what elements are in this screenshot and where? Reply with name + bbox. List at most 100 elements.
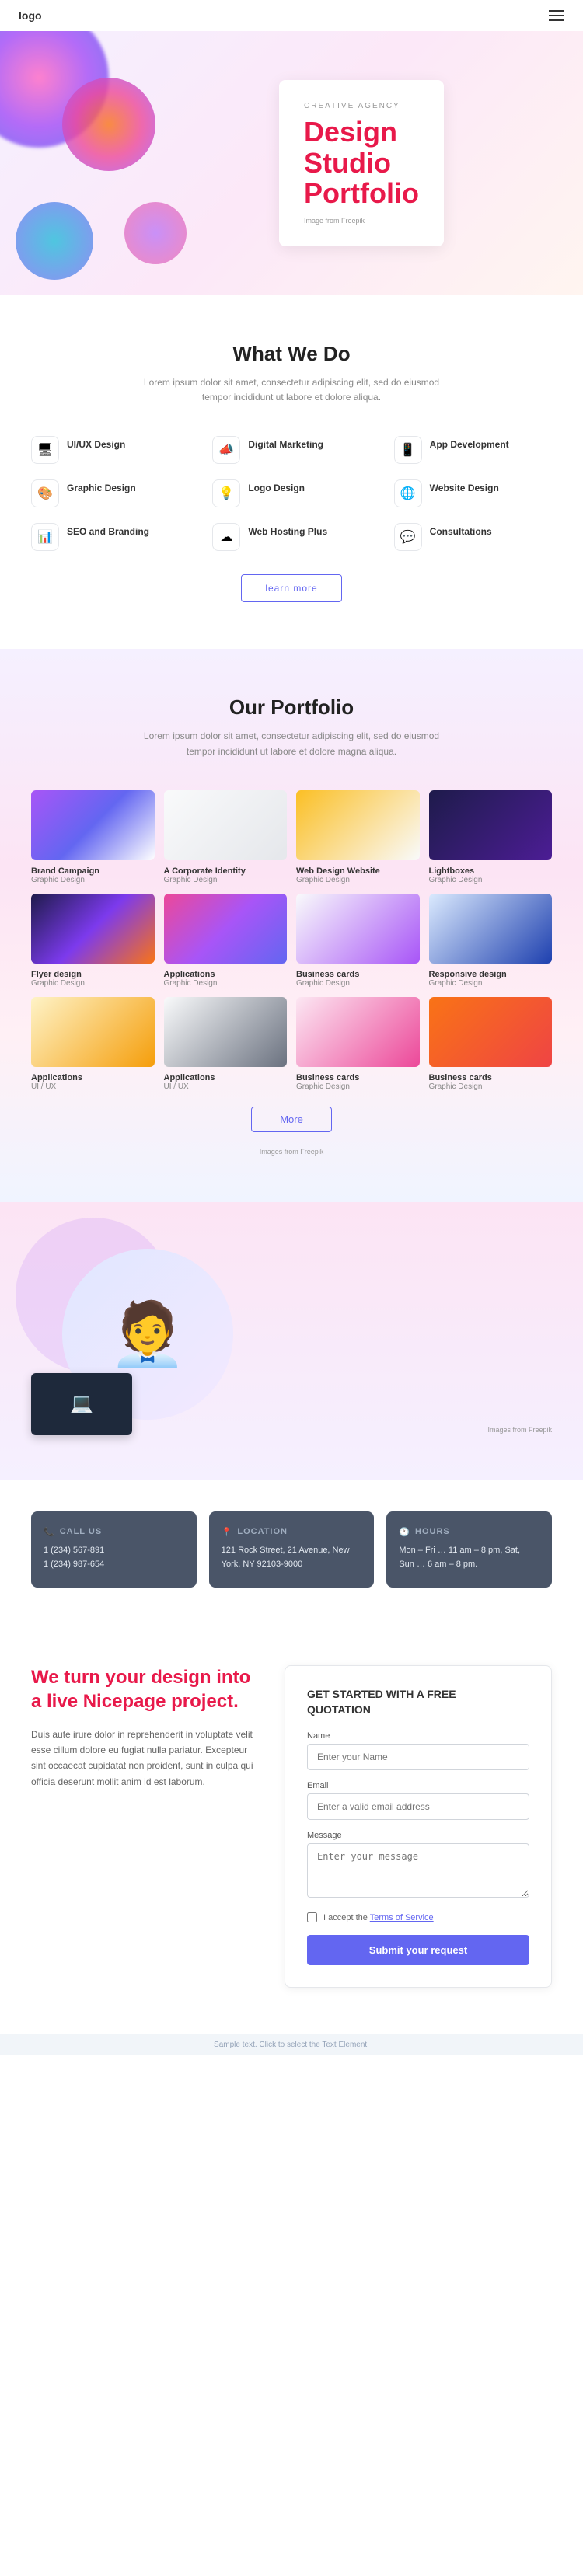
about-images: 🧑‍💼 💻 [31, 1249, 280, 1420]
portfolio-thumb-visual [429, 790, 553, 860]
service-item: 💬 Consultations [394, 523, 552, 551]
portfolio-item[interactable]: Brand Campaign Graphic Design [31, 790, 155, 884]
service-icon: 📱 [394, 436, 422, 464]
service-name: Logo Design [248, 483, 305, 493]
portfolio-item[interactable]: Applications UI / UX [31, 997, 155, 1091]
portfolio-item[interactable]: Business cards Graphic Design [296, 997, 420, 1091]
about-section: 🧑‍💼 💻 Images from Freepik [0, 1202, 583, 1480]
portfolio-thumb [429, 997, 553, 1067]
contact-card: 📞 CALL US 1 (234) 567-8911 (234) 987-654 [31, 1511, 197, 1588]
portfolio-thumb-visual [31, 894, 155, 964]
hero-blob-2 [62, 78, 155, 171]
portfolio-thumb-visual [164, 790, 288, 860]
message-label: Message [307, 1831, 529, 1840]
portfolio-thumb [296, 997, 420, 1067]
contact-section: 📞 CALL US 1 (234) 567-8911 (234) 987-654… [0, 1480, 583, 1619]
portfolio-thumb [31, 894, 155, 964]
contact-card-info: Mon – Fri … 11 am – 8 pm, Sat,Sun … 6 am… [399, 1543, 539, 1572]
portfolio-thumb-visual [429, 894, 553, 964]
portfolio-item-category: Graphic Design [164, 979, 288, 988]
service-item: 📊 SEO and Branding [31, 523, 189, 551]
portfolio-thumb-visual [296, 997, 420, 1067]
terms-checkbox[interactable] [307, 1912, 317, 1922]
menu-button[interactable] [549, 10, 564, 21]
portfolio-item-name: Brand Campaign [31, 866, 155, 876]
logo: logo [19, 9, 42, 22]
portfolio-section: Our Portfolio Lorem ipsum dolor sit amet… [0, 649, 583, 1201]
portfolio-item[interactable]: Lightboxes Graphic Design [429, 790, 553, 884]
service-name: Website Design [430, 483, 499, 493]
message-field-group: Message [307, 1831, 529, 1901]
portfolio-item[interactable]: Business cards Graphic Design [296, 894, 420, 988]
service-icon: 📣 [212, 436, 240, 464]
portfolio-thumb [31, 997, 155, 1067]
contact-card: 🕐 HOURS Mon – Fri … 11 am – 8 pm, Sat,Su… [386, 1511, 552, 1588]
email-label: Email [307, 1781, 529, 1790]
portfolio-item-name: Lightboxes [429, 866, 553, 876]
service-name: Graphic Design [67, 483, 136, 493]
portfolio-item-name: Applications [164, 970, 288, 979]
portfolio-thumb [296, 790, 420, 860]
terms-link[interactable]: Terms of Service [370, 1913, 434, 1922]
service-name: Digital Marketing [248, 439, 323, 450]
portfolio-item[interactable]: A Corporate Identity Graphic Design [164, 790, 288, 884]
name-field-group: Name [307, 1731, 529, 1770]
email-input[interactable] [307, 1793, 529, 1820]
service-icon: 🌐 [394, 479, 422, 507]
portfolio-thumb [429, 790, 553, 860]
portfolio-item-category: Graphic Design [429, 979, 553, 988]
quote-section: We turn your design into a live Nicepage… [0, 1619, 583, 2034]
portfolio-thumb-visual [164, 894, 288, 964]
name-input[interactable] [307, 1744, 529, 1770]
portfolio-thumb-visual [429, 997, 553, 1067]
portfolio-item[interactable]: Flyer design Graphic Design [31, 894, 155, 988]
footer-text: Sample text. Click to select the Text El… [214, 2041, 369, 2049]
portfolio-item[interactable]: Applications Graphic Design [164, 894, 288, 988]
portfolio-item-name: Business cards [429, 1073, 553, 1082]
portfolio-item-name: A Corporate Identity [164, 866, 288, 876]
portfolio-item-category: UI / UX [164, 1082, 288, 1091]
form-subtitle: QUOTATION [307, 1703, 529, 1716]
hero-card: CREATIVE AGENCY Design Studio Portfolio … [279, 80, 444, 246]
hero-section: CREATIVE AGENCY Design Studio Portfolio … [0, 31, 583, 295]
email-field-group: Email [307, 1781, 529, 1820]
portfolio-grid: Brand Campaign Graphic Design A Corporat… [31, 790, 552, 1091]
hero-subtitle: CREATIVE AGENCY [304, 102, 419, 110]
portfolio-item-category: Graphic Design [429, 876, 553, 884]
service-icon: 💡 [212, 479, 240, 507]
service-icon: 🎨 [31, 479, 59, 507]
portfolio-image-credit: Images from Freepik [31, 1148, 552, 1156]
portfolio-item-category: Graphic Design [31, 876, 155, 884]
submit-button[interactable]: Submit your request [307, 1935, 529, 1965]
service-name: UI/UX Design [67, 439, 125, 450]
portfolio-item-category: Graphic Design [296, 1082, 420, 1091]
portfolio-item[interactable]: Business cards Graphic Design [429, 997, 553, 1091]
contact-card-info: 121 Rock Street, 21 Avenue, New York, NY… [222, 1543, 362, 1572]
portfolio-item-category: Graphic Design [296, 979, 420, 988]
service-name: App Development [430, 439, 509, 450]
service-item: 🖥 UI/UX Design [31, 436, 189, 464]
about-inner: 🧑‍💼 💻 [31, 1249, 552, 1420]
terms-row: I accept the Terms of Service [307, 1912, 529, 1922]
service-item: 📣 Digital Marketing [212, 436, 370, 464]
name-label: Name [307, 1731, 529, 1741]
service-icon: 💬 [394, 523, 422, 551]
portfolio-thumb [31, 790, 155, 860]
portfolio-desc: Lorem ipsum dolor sit amet, consectetur … [136, 729, 447, 758]
portfolio-item-name: Flyer design [31, 970, 155, 979]
portfolio-item[interactable]: Applications UI / UX [164, 997, 288, 1091]
portfolio-item-name: Applications [31, 1073, 155, 1082]
service-name: Consultations [430, 526, 492, 537]
portfolio-item-category: Graphic Design [296, 876, 420, 884]
hero-title: Design Studio Portfolio [304, 117, 419, 209]
service-item: 🌐 Website Design [394, 479, 552, 507]
quote-desc: Duis aute irure dolor in reprehenderit i… [31, 1727, 253, 1790]
portfolio-item[interactable]: Web Design Website Graphic Design [296, 790, 420, 884]
about-person-icon: 🧑‍💼 [109, 1303, 187, 1365]
learn-more-button[interactable]: learn more [241, 574, 341, 602]
message-textarea[interactable] [307, 1843, 529, 1898]
quote-form: GET STARTED WITH A FREE QUOTATION Name E… [285, 1665, 552, 1988]
portfolio-item[interactable]: Responsive design Graphic Design [429, 894, 553, 988]
contact-card-title: 📞 CALL US [44, 1527, 184, 1537]
more-button[interactable]: More [251, 1107, 332, 1132]
